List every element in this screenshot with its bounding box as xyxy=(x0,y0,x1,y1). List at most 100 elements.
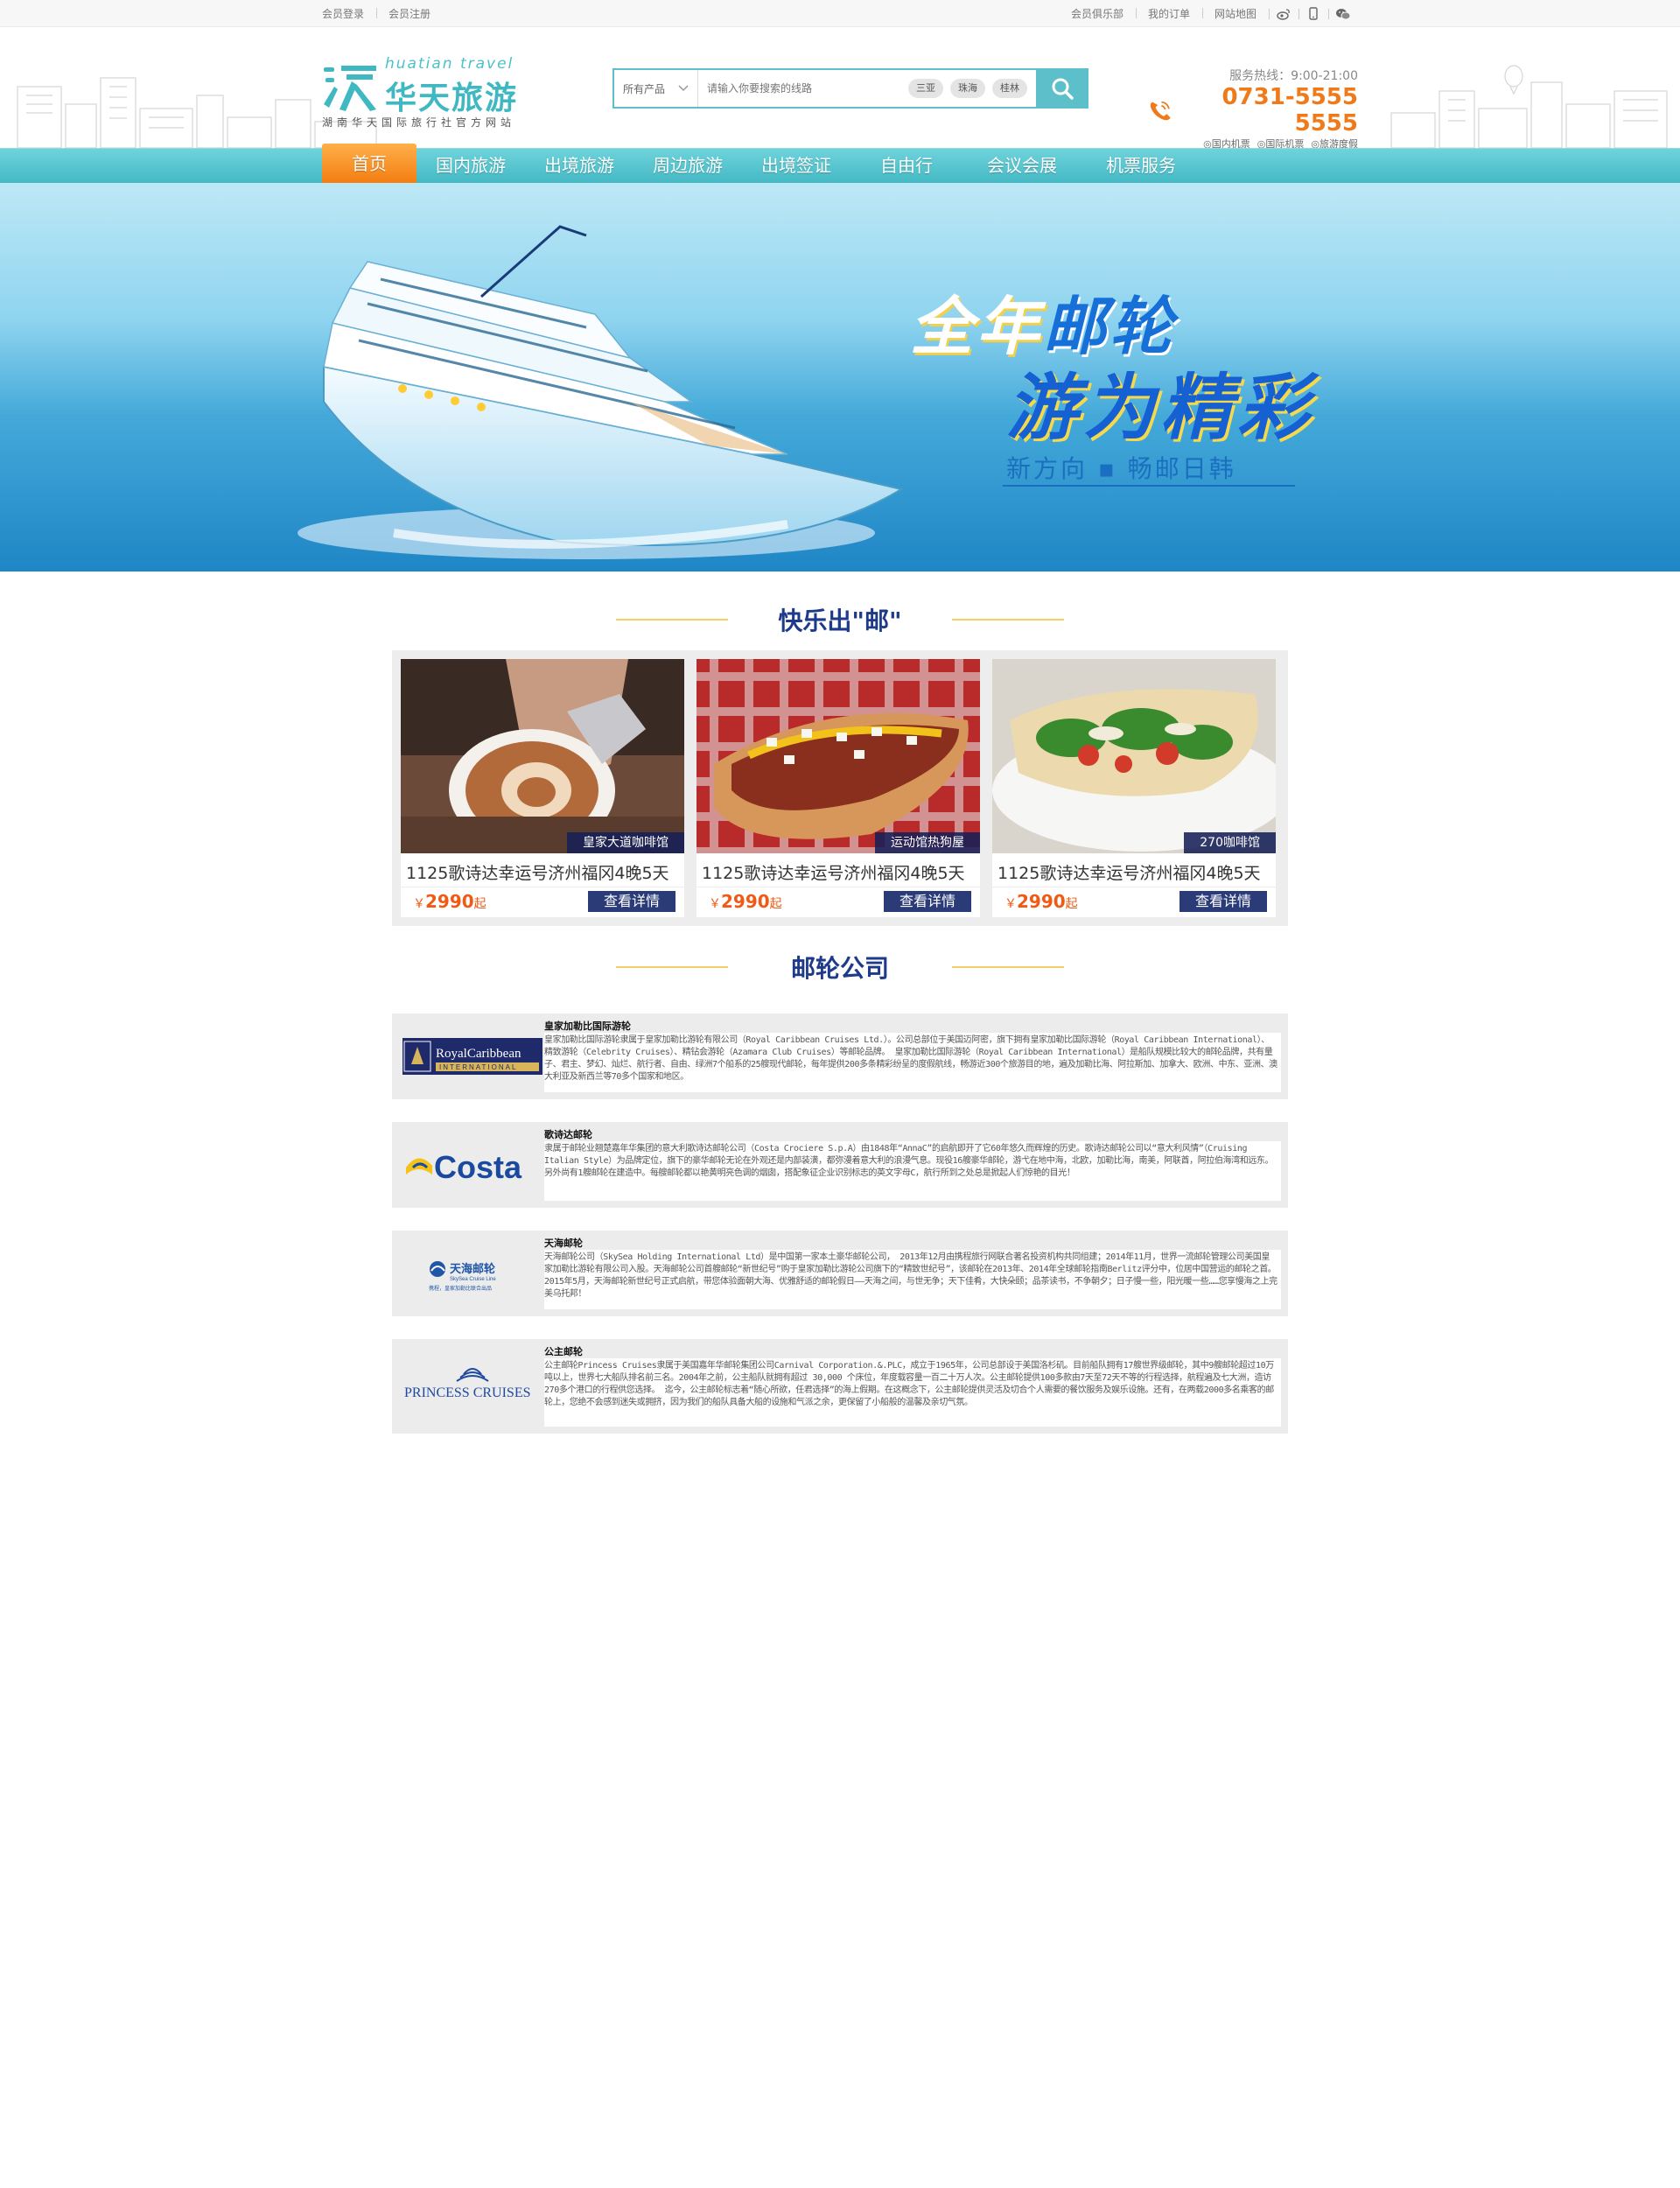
search-hot-tags: 三亚 珠海 桂林 xyxy=(908,70,1036,107)
nav-item-nearby[interactable]: 周边旅游 xyxy=(634,149,742,184)
wechat-icon[interactable] xyxy=(1328,7,1358,21)
banner-title-line2: 游为精彩 xyxy=(1006,367,1314,450)
nav-item-domestic[interactable]: 国内旅游 xyxy=(416,149,525,184)
wrap-salad-image: 270咖啡馆 xyxy=(992,659,1276,853)
card-price: ￥2990起 xyxy=(709,891,782,912)
section-title-companies: 邮轮公司 xyxy=(392,942,1288,992)
view-details-button[interactable]: 查看详情 xyxy=(1180,891,1267,912)
phone-icon xyxy=(1150,101,1171,121)
skysea-logo-text: 天海邮轮 xyxy=(450,1262,495,1276)
card-title[interactable]: 1125歌诗达幸运号济州福冈4晚5天 xyxy=(992,853,1276,885)
princess-logo-text: PRINCESS CRUISES xyxy=(404,1385,531,1400)
register-link[interactable]: 会员注册 xyxy=(376,6,443,21)
card-title[interactable]: 1125歌诗达幸运号济州福冈4晚5天 xyxy=(401,853,684,885)
section-title-fun: 快乐出"邮" xyxy=(392,594,1288,645)
topbar-left: 会员登录 会员注册 xyxy=(322,6,443,21)
hotline-hours: 服务热线：9:00-21:00 xyxy=(1229,69,1358,83)
view-details-button[interactable]: 查看详情 xyxy=(884,891,971,912)
weibo-icon[interactable] xyxy=(1269,7,1298,21)
price-suffix: 起 xyxy=(1065,897,1078,911)
royal-caribbean-logo: RoyalCaribbean INTERNATIONAL xyxy=(401,1020,544,1092)
cruise-feature-cards: 皇家大道咖啡馆 1125歌诗达幸运号济州福冈4晚5天 ￥2990起 查看详情 运… xyxy=(392,650,1288,926)
hot-tag-zhuhai[interactable]: 珠海 xyxy=(950,79,985,98)
search-icon xyxy=(1052,78,1074,100)
member-club-link[interactable]: 会员俱乐部 xyxy=(1059,6,1136,21)
logo-subtitle: 湖南华天国际旅行社官方网站 xyxy=(322,116,516,129)
mobile-icon[interactable] xyxy=(1298,7,1328,21)
domestic-ticket-link[interactable]: ◎国内机票 xyxy=(1203,137,1250,148)
price-value: 2990 xyxy=(721,891,770,912)
nav-item-visa[interactable]: 出境签证 xyxy=(742,149,850,184)
price-symbol: ￥ xyxy=(709,897,721,911)
main-nav: 首页 国内旅游 出境旅游 周边旅游 出境签证 自由行 会议会展 机票服务 xyxy=(0,144,1680,184)
coffee-image: 皇家大道咖啡馆 xyxy=(401,659,684,853)
topbar-right: 会员俱乐部 我的订单 网站地图 xyxy=(1059,6,1358,21)
company-info: 皇家加勒比国际游轮 皇家加勒比国际游轮隶属于皇家加勒比游轮有限公司（Royal … xyxy=(544,1020,1281,1099)
price-symbol: ￥ xyxy=(1004,897,1017,911)
company-row[interactable]: Costa 歌诗达邮轮 隶属于邮轮业翘楚嘉年华集团的意大利歌诗达邮轮公司（Cos… xyxy=(392,1122,1288,1208)
company-description: 皇家加勒比国际游轮隶属于皇家加勒比游轮有限公司（Royal Caribbean … xyxy=(544,1033,1281,1092)
skysea-logo: 天海邮轮 SkySea Cruise Line 携程，皇家加勒比联合出品 xyxy=(401,1238,544,1309)
company-name: 皇家加勒比国际游轮 xyxy=(544,1020,631,1032)
international-ticket-link[interactable]: ◎国际机票 xyxy=(1257,137,1305,148)
hotdog-image: 运动馆热狗屋 xyxy=(696,659,980,853)
card-price: ￥2990起 xyxy=(1004,891,1078,912)
sitemap-link[interactable]: 网站地图 xyxy=(1201,6,1269,21)
banner-subtitle: 新方向 ▪ 畅邮日韩 xyxy=(1006,454,1236,483)
nav-item-outbound[interactable]: 出境旅游 xyxy=(525,149,634,184)
nav-item-home[interactable]: 首页 xyxy=(322,144,416,184)
feature-card[interactable]: 皇家大道咖啡馆 1125歌诗达幸运号济州福冈4晚5天 ￥2990起 查看详情 xyxy=(401,659,684,917)
hot-tag-guilin[interactable]: 桂林 xyxy=(992,79,1027,98)
site-logo[interactable]: huatian travel 华天旅游 湖南华天国际旅行社官方网站 xyxy=(322,53,550,129)
company-info: 歌诗达邮轮 隶属于邮轮业翘楚嘉年华集团的意大利歌诗达邮轮公司（Costa Cro… xyxy=(544,1129,1281,1208)
company-row[interactable]: RoyalCaribbean INTERNATIONAL 皇家加勒比国际游轮 皇… xyxy=(392,1013,1288,1099)
company-name: 公主邮轮 xyxy=(544,1346,583,1357)
price-suffix: 起 xyxy=(769,897,782,911)
price-symbol: ￥ xyxy=(413,897,425,911)
company-name: 天海邮轮 xyxy=(544,1238,583,1249)
search-category-label: 所有产品 xyxy=(623,82,666,95)
nav-item-conference[interactable]: 会议会展 xyxy=(962,149,1082,184)
logo-english-text: huatian travel xyxy=(385,55,514,73)
costa-logo-text: Costa xyxy=(434,1149,522,1185)
company-description: 隶属于邮轮业翘楚嘉年华集团的意大利歌诗达邮轮公司（Costa Crociere … xyxy=(544,1141,1281,1201)
logo-chinese-text: 华天旅游 xyxy=(385,80,519,116)
feature-card[interactable]: 270咖啡馆 1125歌诗达幸运号济州福冈4晚5天 ￥2990起 查看详情 xyxy=(992,659,1276,917)
card-title[interactable]: 1125歌诗达幸运号济州福冈4晚5天 xyxy=(696,853,980,885)
section-heading-companies: 邮轮公司 xyxy=(790,954,889,983)
card-badge: 皇家大道咖啡馆 xyxy=(567,832,684,853)
costa-logo: Costa xyxy=(401,1129,544,1201)
company-description: 公主邮轮Princess Cruises隶属于美国嘉年华邮轮集团公司Carniv… xyxy=(544,1358,1281,1427)
hotline-number-row: 0731-5555 5555 xyxy=(1148,84,1358,137)
hero-banner[interactable]: 全年邮轮 游为精彩 新方向 ▪ 畅邮日韩 xyxy=(0,183,1680,572)
search-category-select[interactable]: 所有产品 xyxy=(614,70,698,107)
city-skyline-right-decoration xyxy=(1390,65,1668,148)
nav-item-flights[interactable]: 机票服务 xyxy=(1082,149,1200,184)
chevron-down-icon xyxy=(678,85,689,92)
feature-card[interactable]: 运动馆热狗屋 1125歌诗达幸运号济州福冈4晚5天 ￥2990起 查看详情 xyxy=(696,659,980,917)
card-footer: ￥2990起 查看详情 xyxy=(401,887,684,917)
price-suffix: 起 xyxy=(473,897,486,911)
company-description: 天海邮轮公司（SkySea Holding International Ltd）… xyxy=(544,1250,1281,1309)
hot-tag-sanya[interactable]: 三亚 xyxy=(908,79,943,98)
company-row[interactable]: 天海邮轮 SkySea Cruise Line 携程，皇家加勒比联合出品 天海邮… xyxy=(392,1231,1288,1316)
cruise-ship-illustration xyxy=(298,225,904,559)
logo-mark-icon xyxy=(324,66,376,111)
my-orders-link[interactable]: 我的订单 xyxy=(1135,6,1202,21)
company-row[interactable]: PRINCESS CRUISES 公主邮轮 公主邮轮Princess Cruis… xyxy=(392,1339,1288,1434)
skysea-logo-tagline: 携程，皇家加勒比联合出品 xyxy=(429,1285,492,1292)
vacation-link[interactable]: ◎旅游度假 xyxy=(1311,137,1358,148)
company-name: 歌诗达邮轮 xyxy=(544,1129,592,1140)
nav-item-free-travel[interactable]: 自由行 xyxy=(850,149,962,184)
price-value: 2990 xyxy=(425,891,474,912)
site-header: huatian travel 华天旅游 湖南华天国际旅行社官方网站 所有产品 三… xyxy=(0,27,1680,148)
card-price: ￥2990起 xyxy=(413,891,486,912)
hotline-number: 0731-5555 5555 xyxy=(1222,84,1358,137)
company-info: 公主邮轮 公主邮轮Princess Cruises隶属于美国嘉年华邮轮集团公司C… xyxy=(544,1346,1281,1434)
search-input[interactable] xyxy=(698,70,908,107)
card-footer: ￥2990起 查看详情 xyxy=(992,887,1276,917)
login-link[interactable]: 会员登录 xyxy=(322,6,376,21)
card-badge: 270咖啡馆 xyxy=(1184,832,1276,853)
view-details-button[interactable]: 查看详情 xyxy=(588,891,676,912)
search-button[interactable] xyxy=(1036,68,1088,109)
